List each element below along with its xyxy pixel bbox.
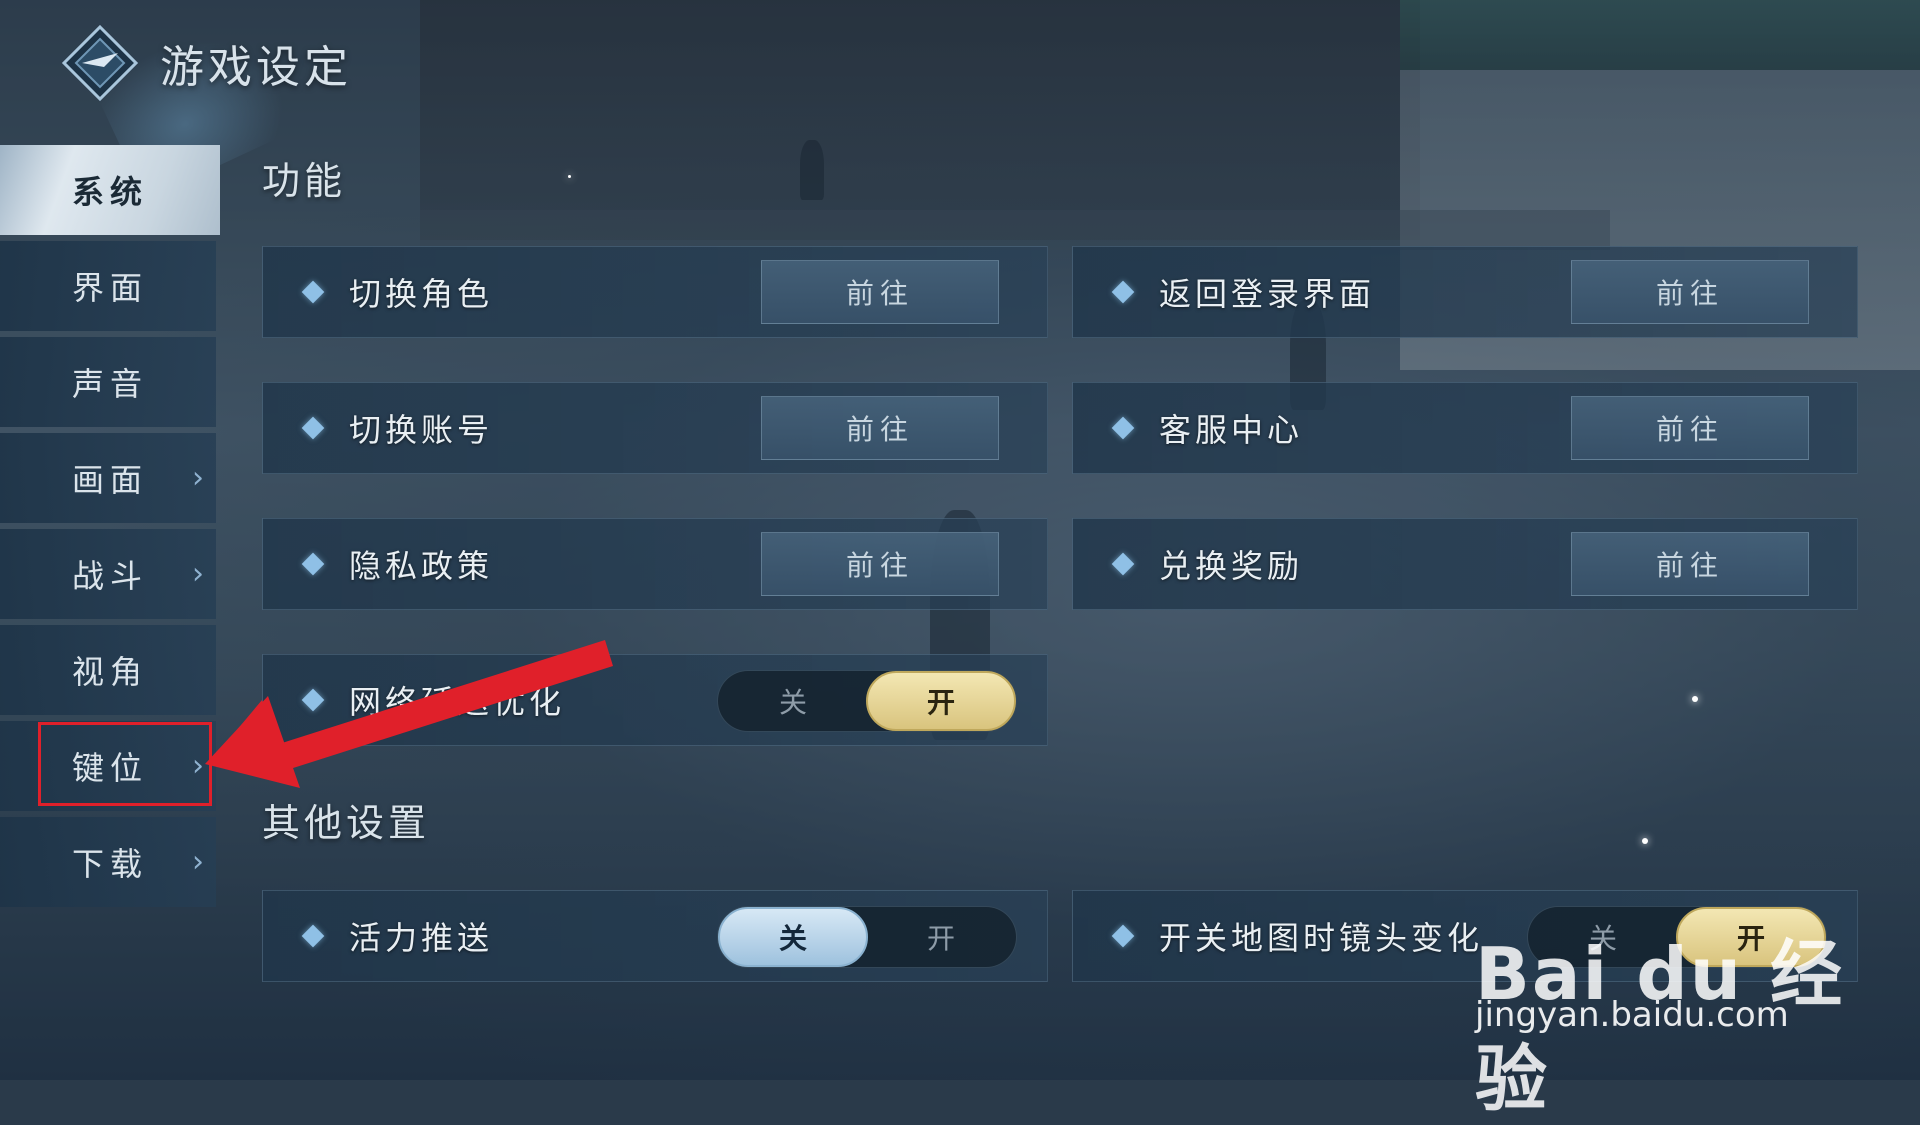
sidebar-item-label: 战斗 [72,557,149,595]
setting-row-privacy-policy: 隐私政策 前往 [262,518,1048,610]
diamond-bullet-icon [1111,280,1135,304]
setting-row-network-latency: 网络延迟优化 关 开 [262,654,1048,746]
diamond-bullet-icon [301,688,325,712]
chevron-right-icon: › [192,556,204,592]
page-header: 游戏设定 [60,18,352,108]
setting-label: 切换角色 [349,275,494,313]
sidebar-item-system[interactable]: 系统 [0,145,220,235]
sidebar-item-label: 下载 [72,845,149,883]
page-title: 游戏设定 [160,42,352,93]
setting-row-redeem-rewards: 兑换奖励 前往 [1072,518,1858,610]
vitality-push-toggle[interactable]: 关 开 [717,906,1017,968]
sidebar-item-combat[interactable]: 战斗 › [0,529,216,619]
toggle-on-option[interactable]: 开 [866,671,1016,731]
setting-row-switch-character: 切换角色 前往 [262,246,1048,338]
toggle-on-option[interactable]: 开 [866,907,1016,967]
section-title-function: 功能 [262,159,347,203]
sidebar-item-label: 画面 [72,461,149,499]
sidebar-item-interface[interactable]: 界面 [0,241,216,331]
toggle-off-option[interactable]: 关 [718,671,868,731]
sidebar-item-sound[interactable]: 声音 [0,337,216,427]
diamond-bullet-icon [301,280,325,304]
sparkle-decoration [1642,838,1648,844]
sidebar-item-graphics[interactable]: 画面 › [0,433,216,523]
go-button[interactable]: 前往 [1571,532,1809,596]
watermark-url: jingyan.baidu.com [1475,995,1789,1035]
setting-row-vitality-push: 活力推送 关 开 [262,890,1048,982]
section-title-other: 其他设置 [262,801,431,845]
setting-label: 切换账号 [349,411,494,449]
sidebar-item-camera[interactable]: 视角 [0,625,216,715]
diamond-emblem-icon [60,23,140,103]
sidebar-item-label: 视角 [72,653,149,691]
latency-toggle[interactable]: 关 开 [717,670,1017,732]
chevron-right-icon: › [192,460,204,496]
go-button[interactable]: 前往 [761,532,999,596]
sparkle-decoration [568,175,571,178]
go-button[interactable]: 前往 [1571,396,1809,460]
sidebar-item-label: 界面 [72,269,149,307]
sidebar-item-download[interactable]: 下载 › [0,817,216,907]
toggle-off-option[interactable]: 关 [718,907,868,967]
diamond-bullet-icon [301,924,325,948]
diamond-bullet-icon [1111,552,1135,576]
setting-label: 网络延迟优化 [349,683,566,721]
setting-label: 活力推送 [349,919,494,957]
setting-row-return-login: 返回登录界面 前往 [1072,246,1858,338]
diamond-bullet-icon [1111,924,1135,948]
highlight-box [38,722,212,806]
go-button[interactable]: 前往 [761,260,999,324]
sparkle-decoration [1692,696,1698,702]
diamond-bullet-icon [301,416,325,440]
diamond-bullet-icon [301,552,325,576]
setting-label: 兑换奖励 [1159,547,1304,585]
diamond-bullet-icon [1111,416,1135,440]
chevron-right-icon: › [192,844,204,880]
setting-label: 返回登录界面 [1159,275,1376,313]
setting-label: 开关地图时镜头变化 [1159,919,1484,957]
baidu-watermark: Bai du 经验 jingyan.baidu.com [1475,875,1915,1121]
setting-row-customer-service: 客服中心 前往 [1072,382,1858,474]
go-button[interactable]: 前往 [761,396,999,460]
go-button[interactable]: 前往 [1571,260,1809,324]
sidebar-item-label: 声音 [72,365,149,403]
setting-label: 客服中心 [1159,411,1304,449]
setting-label: 隐私政策 [349,547,494,585]
sidebar-item-label: 系统 [72,173,149,211]
setting-row-switch-account: 切换账号 前往 [262,382,1048,474]
